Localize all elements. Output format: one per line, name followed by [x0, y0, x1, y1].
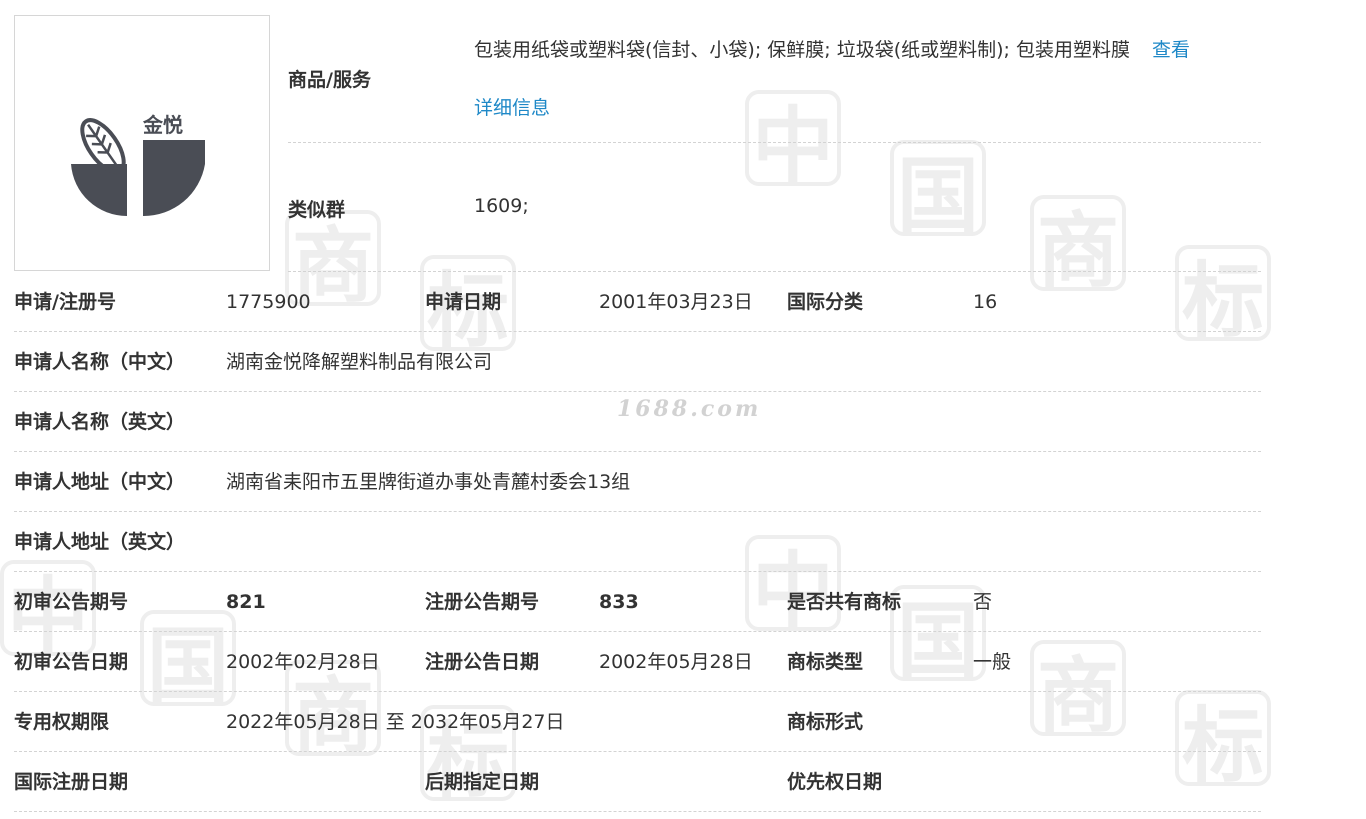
shared-trademark-value: 否 [973, 591, 993, 613]
table-row: 国际注册日期 后期指定日期 优先权日期 [14, 752, 1261, 812]
trademark-image[interactable]: 金悦 [14, 15, 270, 271]
trademark-type-label: 商标类型 [787, 651, 864, 673]
priority-date-label: 优先权日期 [787, 771, 883, 793]
applicant-address-en-label: 申请人地址（英文） [14, 531, 186, 553]
table-row: 申请人地址（中文） 湖南省耒阳市五里牌街道办事处青麓村委会13组 [14, 452, 1261, 512]
registration-number-value: 1775900 [226, 291, 311, 313]
similar-group-row: 类似群 1609; [288, 143, 1261, 272]
logo-right-half-shape [143, 140, 205, 217]
trademark-type-value: 一般 [973, 651, 1012, 673]
registration-announcement-date-label: 注册公告日期 [425, 651, 540, 673]
registration-announcement-issue-label: 注册公告期号 [425, 591, 540, 613]
applicant-name-cn-value: 湖南金悦降解塑料制品有限公司 [226, 351, 493, 373]
table-row: 申请/注册号 1775900 申请日期 2001年03月23日 国际分类 16 [14, 272, 1261, 332]
similar-group-label: 类似群 [288, 199, 346, 221]
registration-announcement-issue-value: 833 [599, 591, 639, 613]
table-row: 申请人名称（中文） 湖南金悦降解塑料制品有限公司 [14, 332, 1261, 392]
application-date-value: 2001年03月23日 [599, 291, 753, 313]
registration-announcement-date-value: 2002年05月28日 [599, 651, 753, 673]
applicant-name-en-label: 申请人名称（英文） [14, 411, 186, 433]
detail-info-link[interactable]: 详细信息 [474, 97, 550, 119]
view-link[interactable]: 查看 [1152, 39, 1190, 61]
table-row: 初审公告日期 2002年02月28日 注册公告日期 2002年05月28日 商标… [14, 632, 1261, 692]
trademark-logo-graphic: 金悦 [71, 113, 205, 217]
international-class-value: 16 [973, 291, 998, 313]
international-class-label: 国际分类 [787, 291, 864, 313]
table-row: 专用权期限 2022年05月28日 至 2032年05月27日 商标形式 [14, 692, 1261, 752]
goods-services-row: 商品/服务 包装用纸袋或塑料袋(信封、小袋); 保鲜膜; 垃圾袋(纸或塑料制);… [288, 15, 1261, 143]
trademark-form-label: 商标形式 [787, 711, 864, 733]
exclusive-right-period-label: 专用权期限 [14, 711, 110, 733]
prelim-announcement-date-value: 2002年02月28日 [226, 651, 380, 673]
applicant-address-cn-value: 湖南省耒阳市五里牌街道办事处青麓村委会13组 [226, 471, 631, 493]
shared-trademark-label: 是否共有商标 [787, 591, 902, 613]
logo-brand-text: 金悦 [142, 113, 183, 137]
application-date-label: 申请日期 [425, 291, 502, 313]
prelim-announcement-date-label: 初审公告日期 [14, 651, 129, 673]
prelim-announcement-issue-value: 821 [226, 591, 266, 613]
table-row: 申请人地址（英文） [14, 512, 1261, 572]
goods-services-value: 包装用纸袋或塑料袋(信封、小袋); 保鲜膜; 垃圾袋(纸或塑料制); 包装用塑料… [474, 39, 1130, 61]
international-registration-date-label: 国际注册日期 [14, 771, 129, 793]
registration-number-label: 申请/注册号 [14, 291, 116, 313]
table-row: 申请人名称（英文） [14, 392, 1261, 452]
goods-services-value-wrap: 包装用纸袋或塑料袋(信封、小袋); 保鲜膜; 垃圾袋(纸或塑料制); 包装用塑料… [474, 21, 1264, 137]
applicant-address-cn-label: 申请人地址（中文） [14, 471, 186, 493]
exclusive-right-period-value: 2022年05月28日 至 2032年05月27日 [226, 711, 565, 733]
applicant-name-cn-label: 申请人名称（中文） [14, 351, 186, 373]
later-designation-date-label: 后期指定日期 [425, 771, 540, 793]
similar-group-value: 1609; [474, 195, 529, 217]
prelim-announcement-issue-label: 初审公告期号 [14, 591, 129, 613]
table-row: 初审公告期号 821 注册公告期号 833 是否共有商标 否 [14, 572, 1261, 632]
goods-services-label: 商品/服务 [288, 69, 371, 91]
